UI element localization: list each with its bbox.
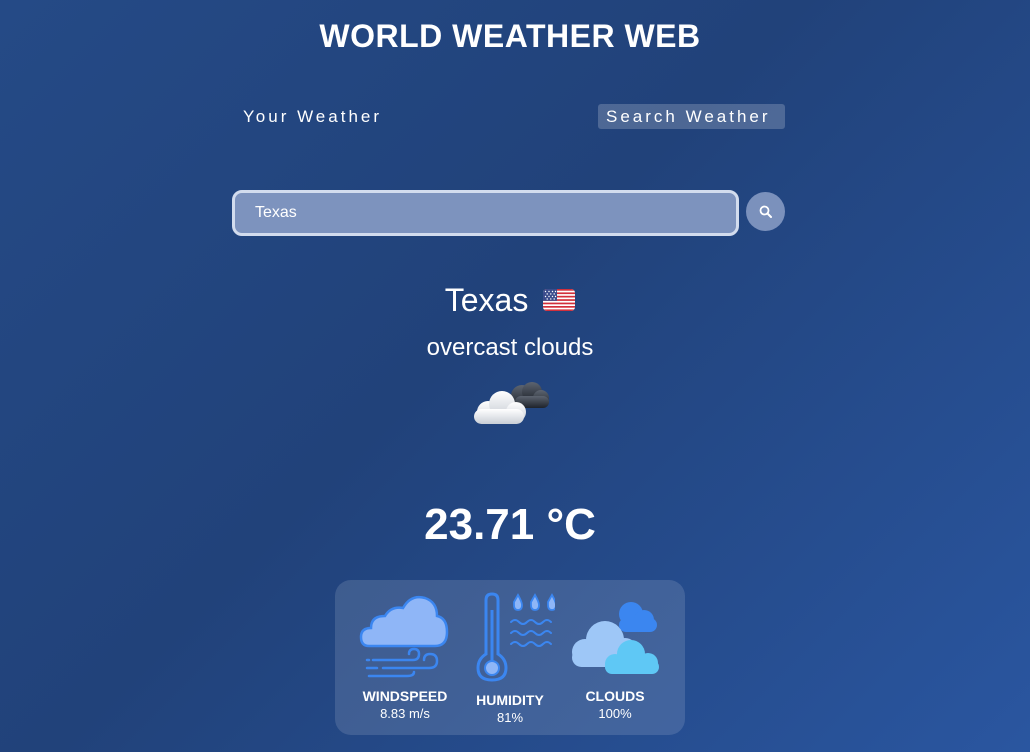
weather-stats-card: WINDSPEED 8.83 m/s HUMIDITY 81% CLOUDS 1…: [335, 580, 685, 735]
search-icon: [759, 205, 772, 218]
stat-windspeed: WINDSPEED 8.83 m/s: [350, 592, 460, 721]
app-title: WORLD WEATHER WEB: [319, 18, 701, 54]
stat-clouds: CLOUDS 100%: [560, 592, 670, 721]
tab-search-weather[interactable]: Search Weather: [598, 104, 785, 129]
stat-humidity: HUMIDITY 81%: [455, 592, 565, 725]
windy-cloud-icon: [359, 595, 449, 678]
clouds-icon: [572, 602, 659, 674]
tab-your-weather[interactable]: Your Weather: [235, 104, 390, 129]
stat-label: WINDSPEED: [362, 688, 448, 704]
search-input[interactable]: [232, 190, 739, 236]
location-heading: Texas: [0, 282, 1020, 319]
stat-value: 81%: [496, 710, 524, 725]
thermometer-humidity-icon: [476, 592, 555, 682]
weather-description: overcast clouds: [426, 334, 594, 361]
us-flag-icon: [543, 289, 576, 311]
temperature: 23.71 °C: [424, 500, 596, 549]
overcast-clouds-icon: [474, 382, 549, 424]
stat-label: CLOUDS: [585, 688, 645, 704]
stat-value: 8.83 m/s: [380, 706, 430, 721]
search-button[interactable]: [746, 192, 785, 231]
stat-label: HUMIDITY: [476, 692, 544, 708]
stat-value: 100%: [598, 706, 632, 721]
city-name: Texas: [444, 282, 529, 318]
